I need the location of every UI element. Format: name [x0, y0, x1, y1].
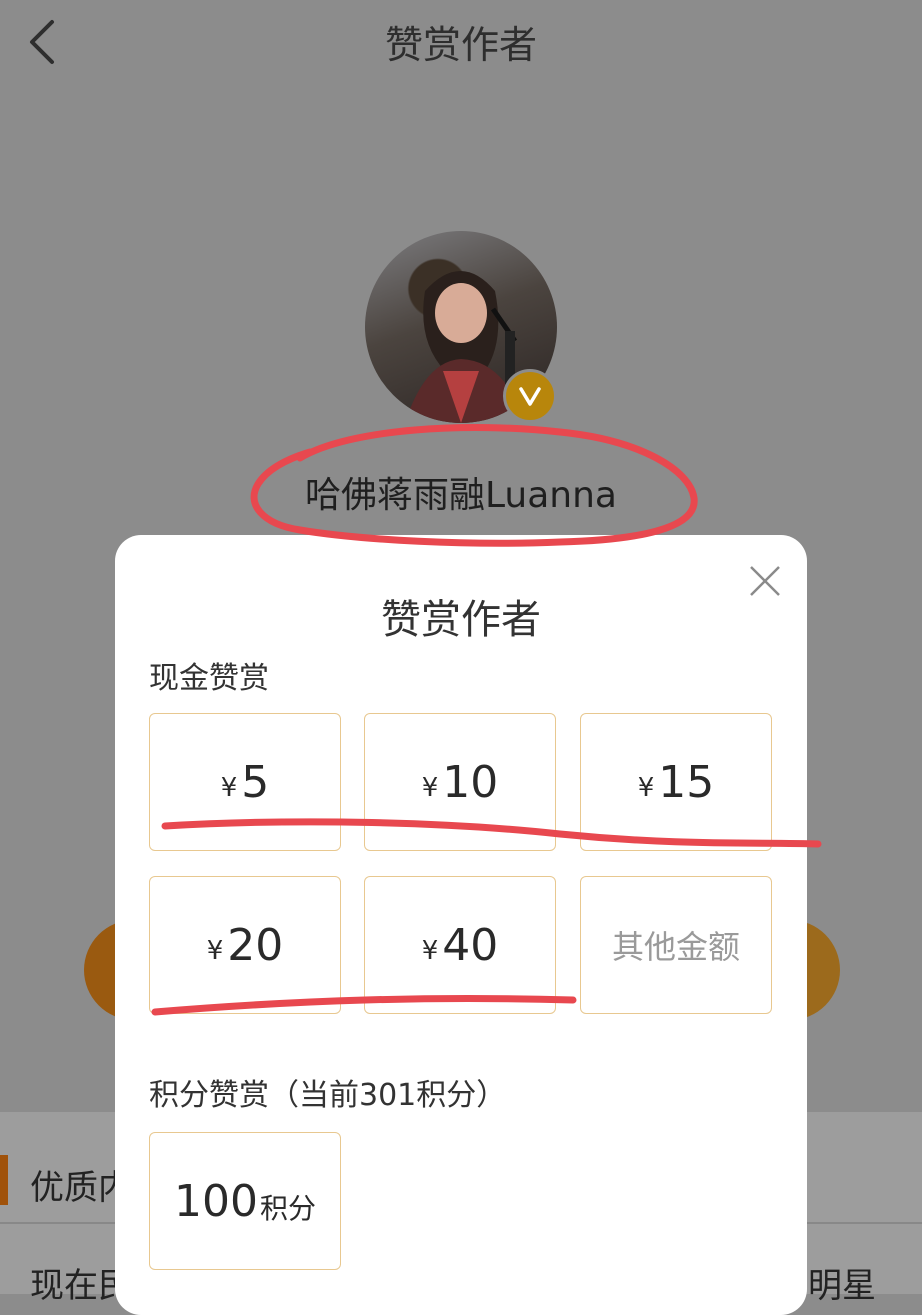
- points-option-100[interactable]: 100 积分: [149, 1132, 341, 1270]
- page-title: 赞赏作者: [384, 23, 537, 67]
- author-name[interactable]: 哈佛蒋雨融Luanna: [0, 466, 922, 518]
- amount-option-40[interactable]: ¥ 40: [364, 876, 556, 1014]
- amount-option-15[interactable]: ¥ 15: [580, 713, 772, 851]
- top-bar: 赞赏作者: [0, 0, 922, 90]
- amount-option-20[interactable]: ¥ 20: [149, 876, 341, 1014]
- yen-symbol: ¥: [220, 773, 238, 803]
- yen-symbol: ¥: [637, 773, 655, 803]
- yen-symbol: ¥: [206, 936, 224, 966]
- verified-badge: [503, 369, 557, 423]
- amount-option-5[interactable]: ¥ 5: [149, 713, 341, 851]
- dialog-title: 赞赏作者: [381, 597, 541, 643]
- yen-symbol: ¥: [421, 773, 439, 803]
- background-text-line-end: 明星: [808, 1266, 876, 1306]
- amount-value: 5: [241, 756, 270, 808]
- cash-reward-label: 现金赞赏: [149, 661, 269, 696]
- section-marker: [0, 1155, 8, 1205]
- amount-value: 15: [658, 756, 715, 808]
- points-value: 100: [174, 1175, 258, 1227]
- amount-value: 10: [442, 756, 499, 808]
- other-amount-button[interactable]: 其他金额: [580, 876, 772, 1014]
- points-unit: 积分: [259, 1192, 316, 1225]
- yen-symbol: ¥: [421, 936, 439, 966]
- points-reward-label: 积分赞赏（当前301积分）: [149, 1078, 507, 1113]
- v-check-icon: [519, 387, 541, 406]
- amount-value: 40: [442, 919, 499, 971]
- amount-value: 20: [227, 919, 284, 971]
- amount-option-10[interactable]: ¥ 10: [364, 713, 556, 851]
- reward-dialog: 赞赏作者 现金赞赏 ¥ 5 ¥ 10 ¥ 15 ¥ 20 ¥ 40 其他金额 积…: [115, 535, 807, 1315]
